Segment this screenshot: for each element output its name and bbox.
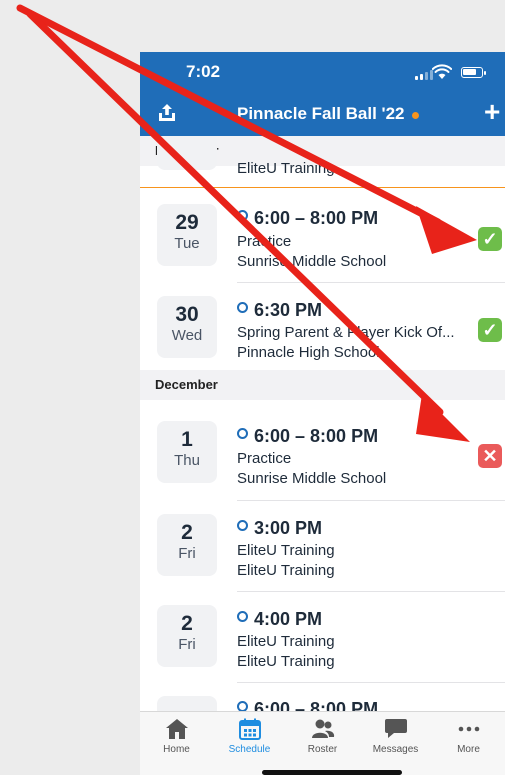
tab-label: Schedule: [228, 744, 271, 755]
divider: [237, 682, 505, 683]
tab-bar: Home Schedule Roster Messages More: [140, 711, 505, 775]
event-time: 6:00 – 8:00 PM: [237, 208, 378, 229]
phone-screen: 7:02 Pinnacle Fall Ball '22 + November E…: [140, 52, 505, 775]
status-time: 7:02: [186, 62, 221, 81]
event-type-ring-icon: [237, 520, 248, 531]
section-header-december: December: [140, 370, 505, 400]
date-day: Wed: [171, 327, 203, 344]
page-title: Pinnacle Fall Ball '22: [237, 104, 405, 123]
event-title: EliteU Training: [237, 633, 335, 650]
event-type-ring-icon: [237, 428, 248, 439]
event-time: 3:00 PM: [237, 518, 322, 539]
date-box: 2 Fri: [157, 605, 217, 667]
rsvp-not-going-badge[interactable]: ✕: [478, 444, 502, 468]
event-time: 6:00 – 8:00 PM: [237, 426, 378, 447]
event-title: Practice: [237, 450, 292, 467]
date-day: Thu: [174, 452, 200, 469]
add-event-button[interactable]: +: [484, 98, 500, 126]
divider: [237, 282, 505, 283]
today-marker-line: [140, 187, 505, 188]
event-location: Pinnacle High School: [237, 344, 380, 361]
divider: [237, 591, 505, 592]
event-location: Sunrise Middle School: [237, 253, 387, 270]
tab-home[interactable]: Home: [140, 718, 213, 755]
nav-bar: Pinnacle Fall Ball '22 +: [140, 92, 505, 136]
event-title: EliteU Training: [237, 160, 335, 177]
tab-schedule[interactable]: Schedule: [213, 718, 286, 755]
event-time: 6:30 PM: [237, 300, 322, 321]
date-box: 29 Tue: [157, 204, 217, 266]
date-box: 30 Wed: [157, 296, 217, 358]
date-number: 30: [175, 303, 199, 326]
tab-label: Roster: [307, 744, 338, 755]
cellular-signal-icon: [415, 70, 433, 80]
date-number: 29: [175, 211, 199, 234]
event-title: EliteU Training: [237, 542, 335, 559]
date-number: 2: [181, 612, 193, 635]
home-icon: [165, 719, 188, 739]
tab-label: More: [457, 744, 480, 755]
rsvp-going-badge[interactable]: ✓: [478, 318, 502, 342]
wifi-icon: [432, 64, 452, 79]
date-day: Fri: [178, 636, 196, 653]
tab-roster[interactable]: Roster: [286, 718, 359, 755]
home-indicator: [262, 770, 402, 775]
event-type-ring-icon: [237, 302, 248, 313]
event-title: Spring Parent & Player Kick Of...: [237, 324, 455, 341]
date-number: 1: [181, 428, 193, 451]
date-box: [157, 696, 217, 711]
chat-bubble-icon: [384, 719, 407, 738]
battery-icon: [461, 67, 486, 78]
unsaved-indicator-dot: [412, 112, 419, 119]
event-location: Sunrise Middle School: [237, 470, 387, 487]
event-title: Practice: [237, 233, 292, 250]
tab-label: Home: [163, 744, 190, 755]
date-box: 2 Fri: [157, 514, 217, 576]
status-bar: 7:02: [140, 52, 505, 92]
event-location: EliteU Training: [237, 653, 335, 670]
calendar-icon: [238, 718, 261, 740]
date-day: Tue: [174, 235, 200, 252]
schedule-list[interactable]: November EliteU Training 29 Tue 6:00 – 8…: [140, 136, 505, 711]
event-location: EliteU Training: [237, 562, 335, 579]
tab-label: Messages: [372, 744, 419, 755]
tab-messages[interactable]: Messages: [359, 718, 432, 755]
share-icon[interactable]: [156, 102, 178, 124]
date-box: 1 Thu: [157, 421, 217, 483]
event-time: 6:00 – 8:00 PM: [237, 699, 378, 711]
event-type-ring-icon: [237, 701, 248, 711]
people-icon: [311, 719, 334, 738]
divider: [237, 500, 505, 501]
date-day: Fri: [178, 545, 196, 562]
event-type-ring-icon: [237, 210, 248, 221]
event-type-ring-icon: [237, 611, 248, 622]
ellipsis-icon: [458, 726, 479, 732]
tab-more[interactable]: More: [432, 718, 505, 755]
event-time: 4:00 PM: [237, 609, 322, 630]
date-box: [157, 136, 217, 170]
date-number: 2: [181, 521, 193, 544]
rsvp-going-badge[interactable]: ✓: [478, 227, 502, 251]
